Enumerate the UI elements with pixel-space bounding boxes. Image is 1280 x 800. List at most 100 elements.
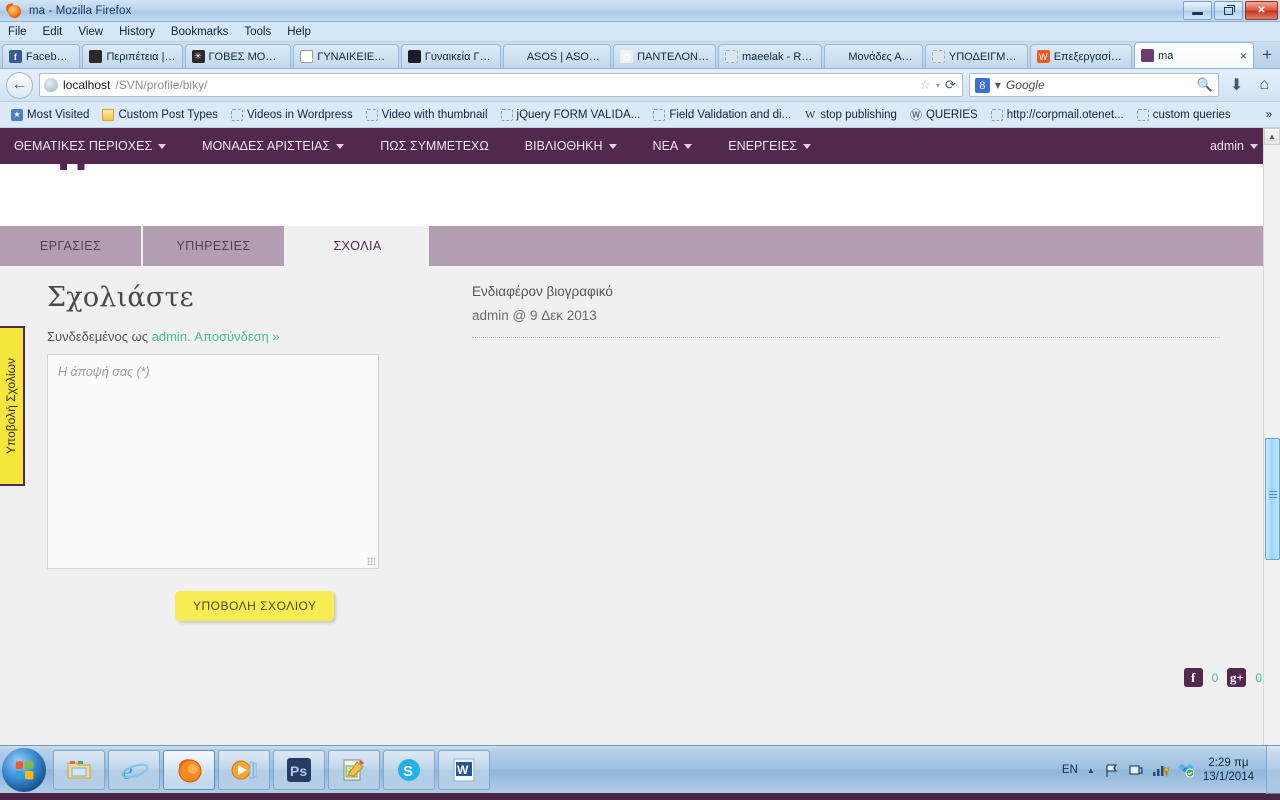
- site-favicon-icon: ✳: [191, 50, 205, 63]
- network-icon[interactable]: [1128, 763, 1143, 778]
- profile-tab-ypiresies[interactable]: ΥΠΗΡΕΣΙΕΣ: [143, 226, 286, 266]
- minimize-button[interactable]: [1183, 1, 1212, 20]
- bookmark-custom-queries[interactable]: custom queries: [1132, 107, 1236, 123]
- close-tab-icon[interactable]: ×: [1235, 49, 1247, 63]
- profile-tab-sxolia[interactable]: ΣΧΟΛΙΑ: [286, 226, 429, 266]
- show-desktop-button[interactable]: [1266, 746, 1280, 794]
- browser-tab-epexergasia[interactable]: W Επεξεργασία...: [1029, 44, 1133, 68]
- bookmark-queries[interactable]: Ⓦ QUERIES: [905, 107, 983, 123]
- downloads-icon[interactable]: ⬇: [1225, 75, 1248, 95]
- clock[interactable]: 2:29 πμ 13/1/2014: [1203, 756, 1254, 785]
- nav-item-monades-aristeias[interactable]: ΜΟΝΑΔΕΣ ΑΡΙΣΤΕΙΑΣ: [184, 139, 362, 153]
- system-tray: EN ▲ ! 2:29 πμ 13/1/2014: [1062, 746, 1280, 794]
- bookmarks-overflow-button[interactable]: »: [1261, 107, 1280, 123]
- google-plus-share-icon[interactable]: g+: [1227, 668, 1247, 687]
- scroll-up-arrow-icon[interactable]: ▲: [1264, 128, 1280, 145]
- word-icon: W: [453, 758, 475, 781]
- bookmark-videos-in-wordpress[interactable]: Videos in Wordpress: [226, 107, 358, 123]
- chevron-down-icon[interactable]: ▾: [995, 78, 1001, 92]
- nav-item-energeies[interactable]: ΕΝΕΡΓΕΙΕΣ: [710, 139, 829, 153]
- internet-explorer-icon: e: [121, 759, 149, 783]
- new-tab-button[interactable]: +: [1256, 46, 1280, 65]
- taskbar-internet-explorer[interactable]: e: [108, 749, 160, 790]
- browser-tab-label: Γυναικεία Γό...: [424, 50, 494, 63]
- bookmark-most-visited[interactable]: ★ Most Visited: [6, 107, 94, 123]
- firefox-icon: [178, 758, 202, 782]
- nav-item-thematikes-perioxes[interactable]: ΘΕΜΑΤΙΚΕΣ ΠΕΡΙΟΧΕΣ: [14, 139, 184, 153]
- close-button[interactable]: ✕: [1245, 1, 1278, 20]
- social-share-bar: f 0 g+ 0: [1183, 668, 1262, 687]
- start-button[interactable]: [2, 747, 46, 792]
- browser-tab-peripeteia[interactable]: Περιπέτεια | ...: [82, 44, 183, 68]
- menu-item-view[interactable]: View: [78, 26, 103, 38]
- page-scrollbar[interactable]: ▲: [1263, 128, 1280, 745]
- scrollbar-thumb[interactable]: [1265, 438, 1280, 560]
- bookmark-label: stop publishing: [820, 108, 897, 121]
- facebook-share-icon[interactable]: f: [1183, 668, 1203, 687]
- profile-tab-ergasies[interactable]: ΕΡΓΑΣΙΕΣ: [0, 226, 143, 266]
- taskbar-word[interactable]: W: [438, 749, 490, 790]
- address-bar[interactable]: localhost /SVN/profile/biky/ ☆ ▾ ⟳: [39, 73, 963, 97]
- feedback-side-tab[interactable]: Υποβολή Σχολίων: [0, 326, 25, 486]
- search-icon[interactable]: 🔍: [1197, 77, 1213, 93]
- menu-item-bookmarks[interactable]: Bookmarks: [171, 26, 229, 38]
- reload-icon[interactable]: ⟳: [945, 77, 958, 93]
- bookmark-jquery-form-valida[interactable]: jQuery FORM VALIDA...: [496, 107, 646, 123]
- bookmark-corpmail[interactable]: http://corpmail.otenet...: [986, 107, 1129, 123]
- nav-item-nea[interactable]: ΝΕΑ: [635, 139, 711, 153]
- menu-item-tools[interactable]: Tools: [244, 26, 271, 38]
- taskbar-windows-explorer[interactable]: [53, 749, 105, 790]
- comment-textarea[interactable]: Η άποψή σας (*): [47, 354, 379, 569]
- bookmarks-toolbar: ★ Most Visited Custom Post Types Videos …: [0, 102, 1280, 128]
- logout-link[interactable]: admin. Αποσύνδεση »: [152, 329, 280, 344]
- bookmark-star-icon[interactable]: ☆: [919, 77, 931, 93]
- resize-grip-icon[interactable]: [367, 557, 375, 565]
- browser-tab-ma[interactable]: ma ×: [1134, 42, 1255, 68]
- action-center-flag-icon[interactable]: [1104, 763, 1119, 778]
- site-favicon-icon: [89, 50, 103, 63]
- profile-tab-label: ΕΡΓΑΣΙΕΣ: [39, 239, 102, 253]
- browser-tab-label: maeelak - Re...: [741, 50, 816, 63]
- taskbar-skype[interactable]: S: [383, 749, 435, 790]
- back-button[interactable]: ←: [6, 71, 33, 99]
- bookmark-video-with-thumbnail[interactable]: Video with thumbnail: [361, 107, 493, 123]
- browser-tab-panteloni[interactable]: @ ΠΑΝΤΕΛΟΝΙ...: [613, 44, 716, 68]
- menu-item-edit[interactable]: Edit: [43, 26, 63, 38]
- w-icon: W: [805, 108, 816, 121]
- bookmark-stop-publishing[interactable]: W stop publishing: [799, 107, 902, 123]
- volume-icon[interactable]: !: [1152, 763, 1169, 778]
- bookmark-field-validation[interactable]: Field Validation and di...: [648, 107, 796, 123]
- taskbar-photoshop[interactable]: Ps: [273, 749, 325, 790]
- search-bar[interactable]: 8 ▾ Google 🔍: [968, 73, 1219, 97]
- browser-tab-ypodeigma[interactable]: ΥΠΟΔΕΙΓΜΑ...: [924, 44, 1028, 68]
- blank-page-icon: [230, 108, 243, 121]
- submit-comment-button[interactable]: ΥΠΟΒΟΛΗ ΣΧΟΛΙΟΥ: [175, 591, 335, 621]
- globe-icon: [44, 78, 58, 92]
- nav-item-pos-symmetexo[interactable]: ΠΩΣ ΣΥΜΜΕΤΕΧΩ: [362, 139, 506, 153]
- browser-tab-gynaikeia-gova[interactable]: Γυναικεία Γό...: [400, 44, 501, 68]
- menu-item-history[interactable]: History: [119, 26, 155, 38]
- tray-show-hidden-icon[interactable]: ▲: [1087, 766, 1095, 775]
- browser-tab-asos[interactable]: ASOS | ASOS...: [502, 44, 612, 68]
- browser-tab-maeelak[interactable]: maeelak - Re...: [717, 44, 823, 68]
- dropbox-icon[interactable]: [1177, 763, 1194, 778]
- browser-tab-goves[interactable]: ✳ ΓΟΒΕΣ MOD:...: [184, 44, 292, 68]
- taskbar-media-player[interactable]: [218, 749, 270, 790]
- maximize-button[interactable]: [1214, 1, 1243, 20]
- taskbar-firefox[interactable]: [163, 749, 215, 790]
- browser-tab-gynaikeies[interactable]: SA ΓΥΝΑΙΚΕΙΕΣ ...: [293, 44, 399, 68]
- search-input[interactable]: Google: [1006, 78, 1045, 92]
- tray-language[interactable]: EN: [1062, 764, 1078, 776]
- google-plus-share-count: 0: [1255, 670, 1262, 685]
- taskbar-editor[interactable]: ++: [328, 749, 380, 790]
- menu-item-file[interactable]: File: [8, 26, 27, 38]
- menu-item-help[interactable]: Help: [287, 26, 311, 38]
- firefox-logo-icon: [4, 2, 22, 19]
- home-icon[interactable]: ⌂: [1254, 76, 1274, 94]
- chevron-down-icon[interactable]: ▾: [936, 81, 940, 90]
- bookmark-custom-post-types[interactable]: Custom Post Types: [97, 107, 223, 123]
- browser-tab-facebook[interactable]: f Facebook: [2, 44, 81, 68]
- chevron-down-icon: [684, 143, 693, 149]
- nav-item-vivliothiki[interactable]: ΒΙΒΛΙΟΘΗΚΗ: [507, 139, 635, 153]
- browser-tab-monades[interactable]: Μονάδες Αρ...: [824, 44, 923, 68]
